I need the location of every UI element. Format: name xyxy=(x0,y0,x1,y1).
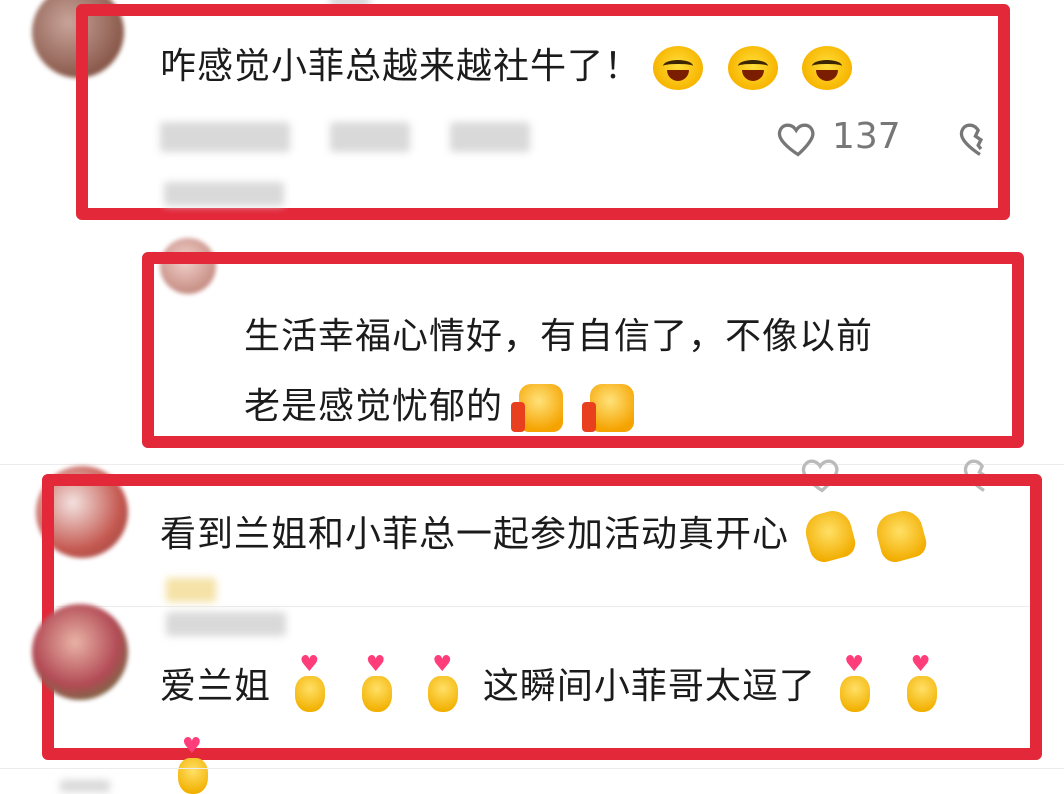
clapping-hands-icon xyxy=(802,506,859,566)
timestamp-blurred xyxy=(160,122,290,152)
comment-body: 老是感觉忧郁的 xyxy=(244,386,504,427)
comment-text-line1: 生活幸福心情好，有自信了，不像以前 xyxy=(244,316,874,357)
thumbs-up-icon xyxy=(511,384,564,432)
laughing-face-icon xyxy=(653,46,704,90)
heart-hands-icon xyxy=(426,654,460,712)
comment-body: 看到兰姐和小菲总一起参加活动真开心 xyxy=(160,514,790,555)
reply-blurred xyxy=(450,122,530,152)
heart-outline-icon[interactable] xyxy=(776,116,820,160)
laughing-face-icon xyxy=(802,46,853,90)
heart-hands-icon xyxy=(905,654,939,712)
location-blurred xyxy=(330,122,410,152)
heart-hands-icon xyxy=(293,654,327,712)
avatar[interactable] xyxy=(32,604,128,700)
laughing-face-icon xyxy=(727,46,778,90)
divider xyxy=(0,464,1064,465)
heart-hands-icon xyxy=(360,654,394,712)
divider xyxy=(56,606,1030,607)
clapping-hands-icon xyxy=(872,506,930,566)
heart-hands-icon xyxy=(838,654,872,712)
comment-body: 咋感觉小菲总越来越社牛了！ xyxy=(160,46,642,87)
reply-preview-blurred xyxy=(164,182,284,206)
comment-text: 咋感觉小菲总越来越社牛了！ xyxy=(160,36,864,98)
like-count: 137 xyxy=(832,116,901,157)
avatar-blurred xyxy=(60,780,110,792)
thumbs-up-icon xyxy=(581,384,634,432)
meta-blurred xyxy=(166,578,216,602)
comment-text: 爱兰姐 这瞬间小菲哥太逗了 xyxy=(160,654,949,718)
divider xyxy=(0,768,1064,769)
broken-heart-icon[interactable] xyxy=(958,116,1002,160)
comment-text-line2: 老是感觉忧郁的 xyxy=(244,376,634,438)
heart-hands-icon xyxy=(176,736,210,794)
comment-body: 这瞬间小菲哥太逗了 xyxy=(482,666,816,707)
comment-body: 爱兰姐 xyxy=(160,666,272,707)
username-blurred xyxy=(166,612,286,636)
comment-text: 看到兰姐和小菲总一起参加活动真开心 xyxy=(160,504,930,566)
